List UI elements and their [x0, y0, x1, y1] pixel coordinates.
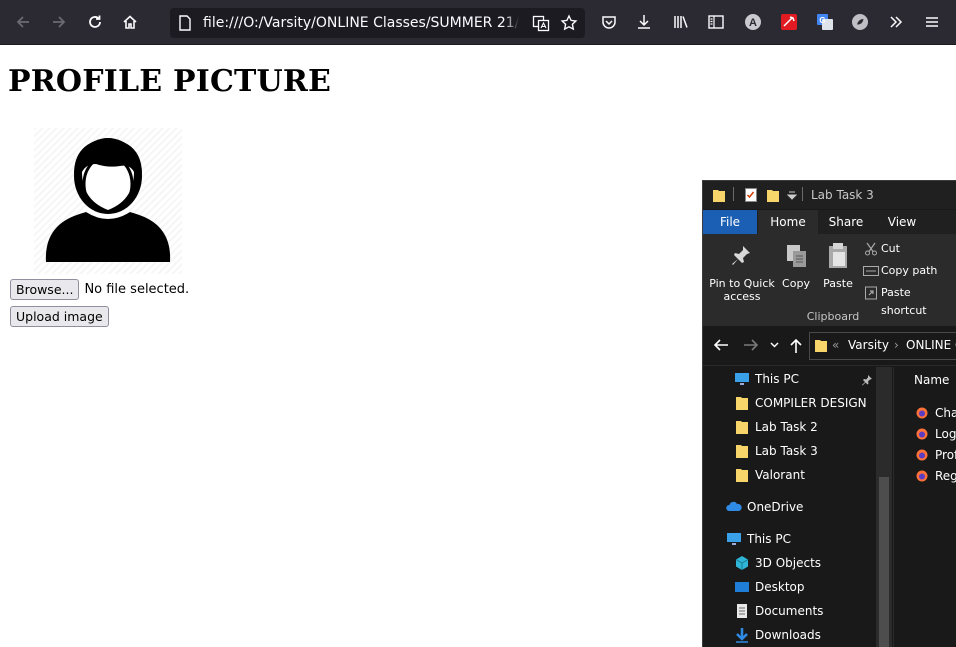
- account-icon[interactable]: A: [739, 8, 767, 36]
- page-icon: [179, 15, 191, 31]
- downloads-icon[interactable]: [630, 8, 658, 36]
- paste-shortcut-icon: [865, 286, 877, 300]
- cut-button[interactable]: Cut: [881, 240, 900, 258]
- desktop-icon: [735, 582, 749, 592]
- download-arrow-icon: [736, 628, 748, 643]
- properties-icon[interactable]: [745, 188, 757, 202]
- upload-image-button[interactable]: Upload image: [10, 306, 109, 327]
- pin-icon[interactable]: [861, 374, 873, 386]
- firefox-file-icon: [916, 449, 928, 461]
- bookmark-star-icon[interactable]: [557, 11, 581, 35]
- profile-picture: [34, 128, 182, 274]
- navigation-pane: This PC COMPILER DESIGN Lab Task 2 Lab T…: [703, 367, 893, 647]
- file-input[interactable]: Browse... No file selected.: [10, 279, 189, 300]
- breadcrumb-varsity[interactable]: Varsity: [848, 338, 889, 352]
- folder-icon: [736, 445, 748, 458]
- svg-text:A: A: [749, 17, 757, 29]
- tab-view[interactable]: View: [875, 210, 929, 234]
- paste-icon: [829, 243, 847, 268]
- page-title: PROFILE PICTURE: [8, 64, 332, 99]
- monitor-icon: [735, 373, 749, 385]
- library-icon[interactable]: [667, 8, 695, 36]
- document-icon: [737, 604, 747, 618]
- cut-icon: [865, 242, 877, 256]
- file-explorer-window: Lab Task 3 File Home Share View Pin to Q…: [702, 180, 956, 647]
- folder-icon: [736, 469, 748, 482]
- url-text[interactable]: file:///O:/Varsity/ONLINE Classes/SUMMER…: [203, 8, 519, 38]
- breadcrumb-overflow-icon[interactable]: «: [832, 338, 839, 352]
- address-bar[interactable]: « Varsity › ONLINE Classes: [809, 332, 956, 360]
- sidebar-icon[interactable]: [702, 8, 730, 36]
- pin-to-quick-access-button[interactable]: Pin to Quick access: [705, 277, 779, 303]
- home-icon[interactable]: [116, 8, 144, 36]
- folder-icon: [815, 340, 827, 352]
- ribbon-tabs: File Home Share View: [703, 210, 956, 234]
- url-bar[interactable]: file:///O:/Varsity/ONLINE Classes/SUMMER…: [170, 8, 585, 38]
- firefox-file-icon: [916, 470, 928, 482]
- copy-path-icon: [863, 266, 879, 276]
- paste-shortcut-button[interactable]: Paste shortcut: [881, 284, 956, 317]
- extension-icon[interactable]: [775, 8, 803, 36]
- firefox-file-icon: [916, 407, 928, 419]
- name-column-header[interactable]: Name: [914, 373, 949, 387]
- svg-text:G: G: [819, 16, 825, 25]
- translate-icon[interactable]: G: [811, 8, 839, 36]
- copy-path-button[interactable]: Copy path: [881, 262, 937, 280]
- extension-icon[interactable]: [846, 8, 874, 36]
- pocket-icon[interactable]: [595, 8, 623, 36]
- explorer-title-bar[interactable]: Lab Task 3: [703, 181, 956, 209]
- navigation-scrollbar[interactable]: [876, 367, 892, 647]
- reload-icon[interactable]: [81, 8, 109, 36]
- file-list-pane: Name Chat Login ProfilePicture Registrat…: [893, 367, 956, 647]
- tab-file[interactable]: File: [703, 210, 757, 234]
- breadcrumb-separator-icon: ›: [894, 338, 899, 352]
- forward-arrow-icon[interactable]: [743, 338, 759, 352]
- folder-icon: [736, 421, 748, 434]
- back-arrow-icon[interactable]: [9, 8, 37, 36]
- folder-icon: [736, 397, 748, 410]
- copy-icon: [787, 245, 806, 267]
- browser-toolbar: file:///O:/Varsity/ONLINE Classes/SUMMER…: [0, 0, 956, 45]
- new-folder-icon[interactable]: [767, 188, 779, 202]
- cloud-icon: [726, 501, 742, 511]
- tab-share[interactable]: Share: [821, 210, 871, 234]
- ribbon: Pin to Quick access Copy Paste Cut Copy …: [703, 234, 956, 326]
- clipboard-group-label: Clipboard: [806, 310, 860, 323]
- browse-button[interactable]: Browse...: [10, 279, 80, 300]
- menu-icon[interactable]: [918, 8, 946, 36]
- dropdown-icon[interactable]: [787, 190, 797, 200]
- pin-icon: [732, 246, 750, 265]
- tab-home[interactable]: Home: [758, 210, 818, 234]
- paste-button[interactable]: Paste: [821, 277, 855, 290]
- up-arrow-icon[interactable]: [789, 338, 803, 354]
- breadcrumb-online-classes[interactable]: ONLINE Classes: [906, 338, 956, 352]
- user-silhouette-icon: [45, 138, 171, 262]
- overflow-icon[interactable]: [882, 8, 910, 36]
- folder-icon: [713, 190, 725, 202]
- back-arrow-icon[interactable]: [713, 338, 729, 352]
- address-bar-row: « Varsity › ONLINE Classes: [703, 327, 956, 366]
- forward-arrow-icon[interactable]: [45, 8, 73, 36]
- copy-button[interactable]: Copy: [779, 277, 813, 290]
- scrollbar-thumb[interactable]: [879, 477, 889, 647]
- recent-locations-icon[interactable]: [770, 342, 779, 348]
- explorer-window-title: Lab Task 3: [811, 188, 874, 202]
- monitor-icon: [727, 533, 741, 545]
- translate-page-icon[interactable]: [529, 11, 553, 35]
- file-status-label: No file selected.: [84, 282, 190, 297]
- firefox-file-icon: [916, 428, 928, 440]
- cube-icon: [735, 556, 749, 570]
